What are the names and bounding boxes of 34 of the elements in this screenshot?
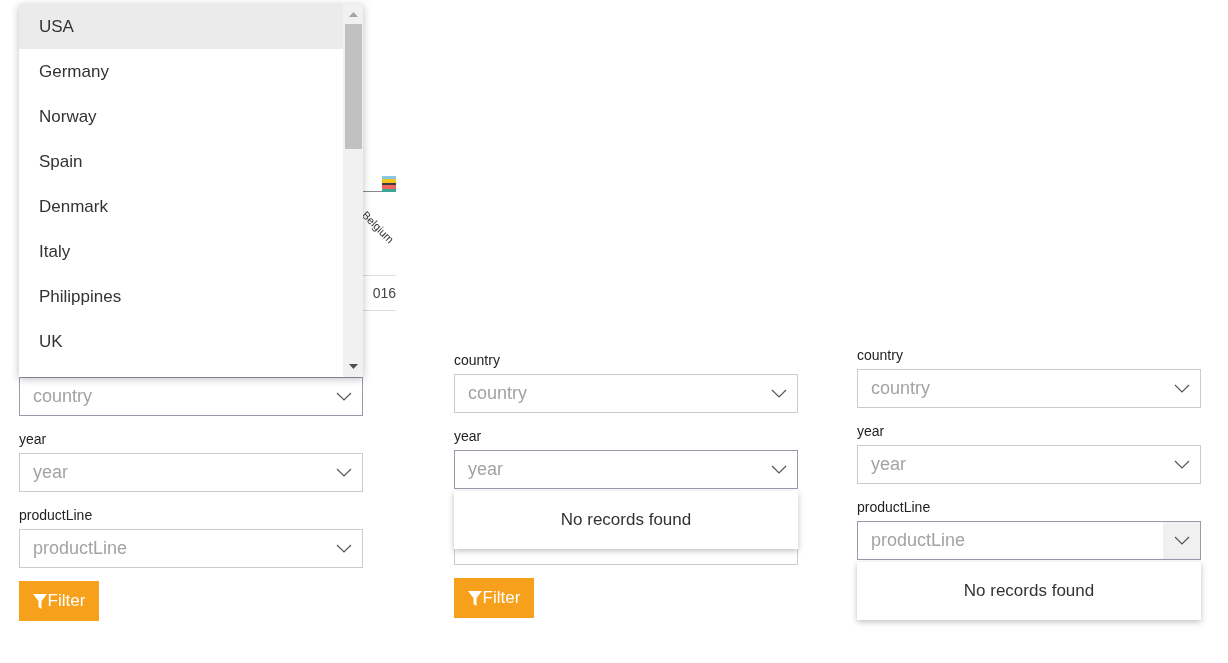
dropdown-field[interactable]: country [454,374,798,413]
dropdown-field[interactable]: country [857,369,1201,408]
dropdown-field[interactable]: country [19,377,363,416]
filter-button[interactable]: Filter [19,581,99,621]
chevron-down-icon [1173,536,1190,545]
field-label: year [19,430,48,449]
dropdown-option[interactable]: USA [19,4,343,49]
field-label: productLine [857,498,932,517]
dropdown-field[interactable]: productLine [857,521,1201,560]
chevron-down-icon [335,392,352,401]
dropdown-field[interactable]: year [857,445,1201,484]
field-label: year [454,427,483,446]
field-label: country [454,351,501,370]
dropdown-field[interactable]: productLine [19,529,363,568]
empty-message: No records found [963,580,1095,603]
dropdown-field[interactable]: year [19,453,363,492]
chevron-down-icon [770,465,787,474]
field-label: productLine [19,506,94,525]
scroll-down-icon [348,364,358,369]
chevron-down-icon [1173,460,1190,469]
field-label: country [857,346,904,365]
chevron-down-icon [335,544,352,553]
dropdown-field[interactable]: year [454,450,798,489]
empty-message: No records found [560,509,692,532]
filter-icon [467,590,482,606]
chevron-down-icon [335,468,352,477]
stacked-bar-drawing [382,176,396,192]
filter-icon [32,593,47,609]
chevron-down-icon [770,389,787,398]
filter-button[interactable]: Filter [454,578,534,618]
chevron-down-icon [1173,384,1190,393]
field-label: year [857,422,886,441]
scrollbar[interactable] [343,4,363,377]
scroll-up-icon [348,12,358,17]
